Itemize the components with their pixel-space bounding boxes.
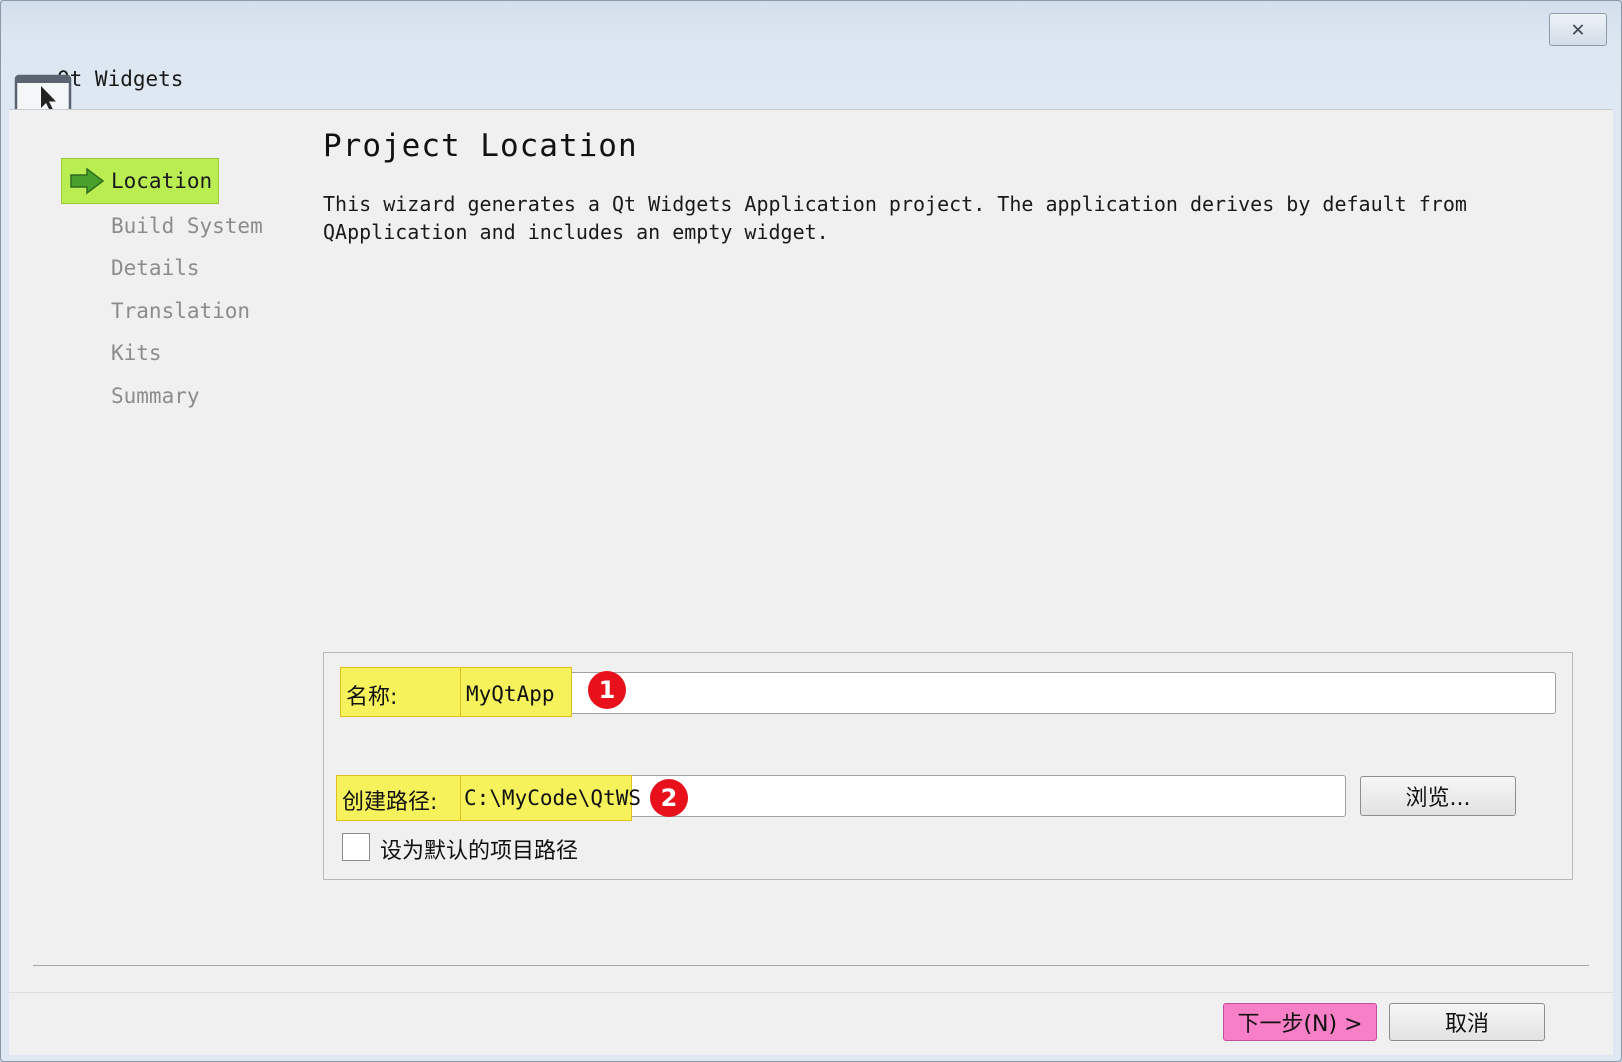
step-badge-1: 1 (588, 671, 626, 709)
page-description: This wizard generates a Qt Widgets Appli… (323, 192, 1467, 244)
arrow-right-icon (70, 167, 105, 195)
default-path-label: 设为默认的项目路径 (380, 839, 579, 864)
location-group: 名称: MyQtApp 1 创建路径: C:\MyCode\QtWS 2 浏览.… (323, 652, 1573, 880)
name-value: MyQtApp (466, 682, 555, 706)
step-badge-2: 2 (650, 779, 688, 817)
browse-button[interactable]: 浏览... (1360, 776, 1516, 816)
step-summary: Summary (111, 384, 200, 408)
step-label: Location (111, 169, 213, 193)
step-build-system: Build System (111, 214, 263, 238)
default-path-checkbox[interactable] (342, 833, 370, 861)
page-title: Project Location (323, 128, 638, 164)
next-button[interactable]: 下一步(N) > (1223, 1003, 1377, 1041)
step-location: Location (61, 158, 219, 204)
wizard-client-area: Location Build System Details Translatio… (9, 109, 1613, 1055)
wizard-footer: 下一步(N) > 取消 (9, 992, 1613, 1055)
wizard-window: ✕ Qt Widgets Location Build System Detai… (0, 0, 1622, 1062)
footer-separator (33, 965, 1589, 966)
step-translation: Translation (111, 299, 251, 323)
step-details: Details (111, 256, 200, 280)
window-title: Qt Widgets (57, 67, 184, 91)
path-value: C:\MyCode\QtWS (464, 786, 642, 810)
step-kits: Kits (111, 341, 162, 365)
cancel-button[interactable]: 取消 (1389, 1003, 1545, 1041)
name-label: 名称: (346, 685, 398, 710)
close-icon: ✕ (1571, 17, 1585, 42)
path-label: 创建路径: (342, 790, 438, 815)
close-button[interactable]: ✕ (1549, 13, 1607, 46)
